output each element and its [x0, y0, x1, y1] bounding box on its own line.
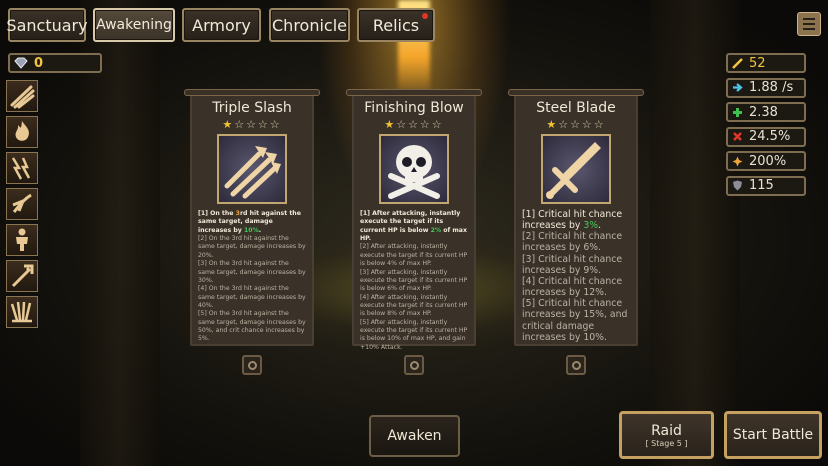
raid-button[interactable]: Raid [ Stage 5 ]: [619, 411, 714, 459]
card-description: [1] After attacking, instantly execute t…: [354, 204, 474, 352]
tab-sanctuary[interactable]: Sanctuary: [6, 8, 88, 42]
level-1-text: [1] After attacking, instantly execute t…: [360, 210, 467, 243]
gem-icon: [14, 57, 28, 69]
defense-icon: [733, 180, 742, 191]
level-3-text: [3] On the 3rd hit against the same targ…: [198, 260, 306, 284]
crit-damage-icon: [732, 156, 743, 167]
reroll-button-2[interactable]: [404, 355, 424, 375]
stat-defense: 115: [726, 175, 806, 196]
body-skill-icon[interactable]: [6, 224, 38, 256]
reroll-icon: [409, 360, 419, 370]
currency-value: 0: [34, 55, 44, 71]
banner-rod: [346, 89, 482, 96]
stat-speed: 1.88 /s: [726, 77, 806, 98]
reroll-icon: [571, 360, 581, 370]
reroll-button-1[interactable]: [242, 355, 262, 375]
level-2-text: [2] After attacking, instantly execute t…: [360, 243, 468, 268]
level-1-text: [1] On the 3rd hit against the same targ…: [198, 210, 301, 234]
banner-rod: [184, 89, 320, 96]
level-4-text: [4] After attacking, instantly execute t…: [360, 293, 468, 318]
card-title: Finishing Blow: [364, 100, 464, 116]
level-3-text: [3] Critical hit chance increases by 9%.: [522, 253, 623, 276]
card-title: Steel Blade: [536, 100, 616, 116]
skull-crossbones-icon: [379, 134, 449, 204]
stat-crit-damage: 200%: [726, 151, 806, 172]
awaken-button[interactable]: Awaken: [369, 415, 460, 457]
sword-icon: [541, 134, 611, 204]
lightning-skill-icon[interactable]: [6, 152, 38, 184]
reroll-icon: [247, 360, 257, 370]
stat-heal: 2.38: [726, 102, 806, 123]
level-3-text: [3] After attacking, instantly execute t…: [360, 268, 468, 293]
level-5-text: [5] Critical hit chance increases by 15%…: [522, 298, 628, 343]
currency-counter: 0: [8, 53, 102, 73]
level-5-text: [5] On the 3rd hit against the same targ…: [198, 310, 306, 343]
skill-card-triple-slash[interactable]: Triple Slash ★☆☆☆☆ [1] On the 3rd hit ag…: [184, 89, 320, 346]
level-4-text: [4] On the 3rd hit against the same targ…: [198, 285, 306, 309]
stat-crit-chance: 24.5%: [726, 126, 806, 147]
tab-relics[interactable]: Relics: [357, 8, 435, 42]
skills-sidebar: [6, 80, 40, 332]
burst-skill-icon[interactable]: [6, 296, 38, 328]
level-2-text: [2] On the 3rd hit against the same targ…: [198, 235, 306, 259]
level-4-text: [4] Critical hit chance increases by 12%…: [522, 275, 623, 299]
level-1-text: [1] Critical hit chance increases by 3%.: [522, 209, 623, 232]
slash-skill-icon[interactable]: [6, 80, 38, 112]
star-rating: ★☆☆☆☆: [546, 118, 606, 131]
tab-awakening[interactable]: Awakening: [93, 8, 175, 42]
heal-icon: [733, 107, 742, 117]
level-5-text: [5] After attacking, instantly execute t…: [360, 318, 468, 351]
card-title: Triple Slash: [212, 100, 292, 116]
reroll-button-3[interactable]: [566, 355, 586, 375]
card-description: [1] Critical hit chance increases by 3%.…: [516, 204, 636, 343]
tab-armory[interactable]: Armory: [182, 8, 261, 42]
claw-skill-icon[interactable]: [6, 188, 38, 220]
banner-rod: [508, 89, 644, 96]
skill-card-finishing-blow[interactable]: Finishing Blow ★☆☆☆☆ [1] After attacking…: [346, 89, 482, 351]
start-battle-button[interactable]: Start Battle: [724, 411, 822, 459]
stat-attack: 52: [726, 53, 806, 73]
attack-icon: [732, 57, 743, 69]
skill-card-steel-blade[interactable]: Steel Blade ★☆☆☆☆ [1] Critical hit chanc…: [508, 89, 644, 346]
menu-button[interactable]: [797, 12, 821, 36]
stats-panel: 52 1.88 /s 2.38 24.5% 200% 115: [726, 53, 806, 201]
card-description: [1] On the 3rd hit against the same targ…: [192, 204, 312, 344]
notification-dot: [422, 13, 428, 19]
tab-chronicle[interactable]: Chronicle: [269, 8, 350, 42]
crit-chance-icon: [733, 132, 742, 142]
triple-arrows-icon: [217, 134, 287, 204]
star-rating: ★☆☆☆☆: [384, 118, 444, 131]
star-rating: ★☆☆☆☆: [222, 118, 282, 131]
flame-skill-icon[interactable]: [6, 116, 38, 148]
speed-icon: [733, 83, 743, 92]
trident-skill-icon[interactable]: [6, 260, 38, 292]
level-2-text: [2] Critical hit chance increases by 6%.: [522, 231, 623, 254]
